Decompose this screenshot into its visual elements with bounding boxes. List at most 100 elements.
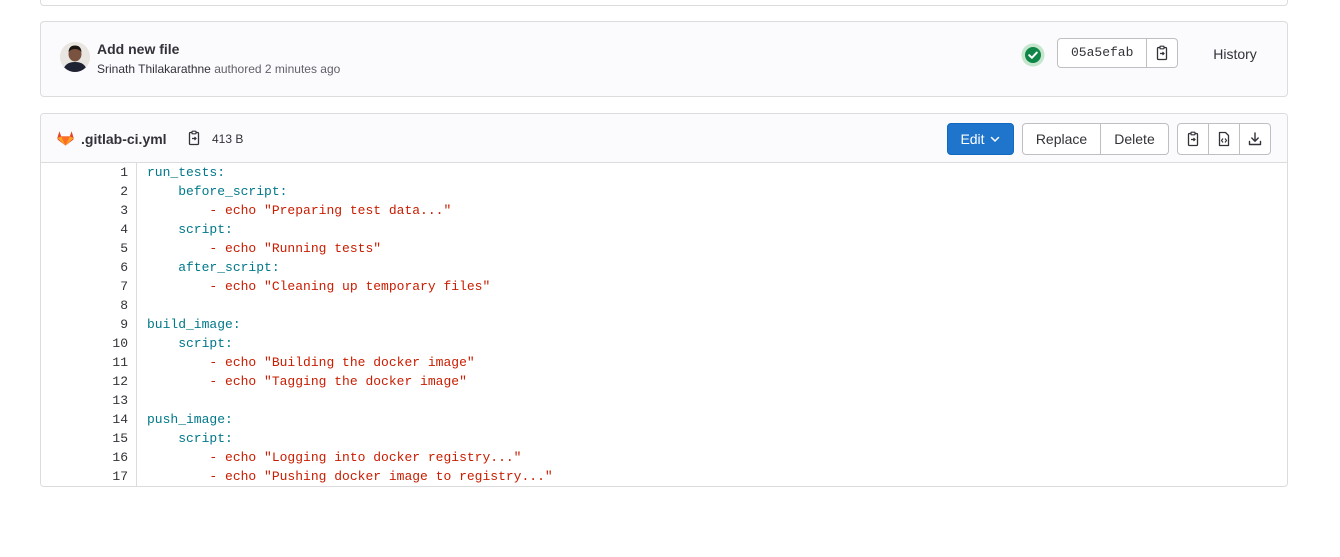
token-cmd: echo xyxy=(225,450,265,465)
last-commit-panel: Add new file Srinath Thilakarathne autho… xyxy=(40,21,1288,97)
code-line: 10 script: xyxy=(41,334,1287,353)
line-number[interactable]: 10 xyxy=(41,334,128,353)
line-content: run_tests: xyxy=(147,163,225,182)
line-content: - echo "Logging into docker registry..." xyxy=(147,448,521,467)
line-number[interactable]: 16 xyxy=(41,448,128,467)
token-dash: - xyxy=(147,469,226,484)
gitlab-logo-icon xyxy=(57,131,74,146)
line-content: - echo "Preparing test data..." xyxy=(147,201,451,220)
line-number[interactable]: 7 xyxy=(41,277,128,296)
token-key: after_script: xyxy=(147,260,280,275)
token-dash: - xyxy=(147,203,226,218)
edit-button-label: Edit xyxy=(960,131,985,147)
previous-panel xyxy=(40,0,1288,6)
file-viewer: .gitlab-ci.yml 413 B Edit Replace Delete xyxy=(40,113,1288,487)
code-line: 11 - echo "Building the docker image" xyxy=(41,353,1287,372)
copy-icon xyxy=(1187,131,1199,147)
open-raw-button[interactable] xyxy=(1208,123,1240,155)
commit-sha-button[interactable]: 05a5efab xyxy=(1057,38,1148,68)
line-content: script: xyxy=(147,334,233,353)
token-cmd: echo xyxy=(225,279,265,294)
line-number[interactable]: 6 xyxy=(41,258,128,277)
code-line: 8 xyxy=(41,296,1287,315)
chevron-down-icon xyxy=(990,136,999,143)
code-line: 5 - echo "Running tests" xyxy=(41,239,1287,258)
token-str: "Running tests" xyxy=(264,241,382,256)
code-line: 1 run_tests: xyxy=(41,163,1287,182)
download-button[interactable] xyxy=(1239,123,1271,155)
line-number[interactable]: 8 xyxy=(41,296,128,315)
line-number[interactable]: 1 xyxy=(41,163,128,182)
line-content: - echo "Pushing docker image to registry… xyxy=(147,467,553,486)
file-name: .gitlab-ci.yml xyxy=(81,131,167,147)
token-cmd: echo xyxy=(225,203,265,218)
copy-file-path-icon[interactable] xyxy=(186,130,202,146)
token-key: script: xyxy=(147,336,233,351)
token-str: "Building the docker image" xyxy=(264,355,475,370)
code-viewer: 1 run_tests: 2 before_script: 3 - echo "Pre… xyxy=(41,163,1287,486)
token-key: script: xyxy=(147,431,233,446)
line-number[interactable]: 5 xyxy=(41,239,128,258)
download-icon xyxy=(1248,132,1262,146)
line-number[interactable]: 4 xyxy=(41,220,128,239)
line-number[interactable]: 15 xyxy=(41,429,128,448)
commit-author-link[interactable]: Srinath Thilakarathne xyxy=(97,62,211,76)
line-content: script: xyxy=(147,429,233,448)
code-line: 12 - echo "Tagging the docker image" xyxy=(41,372,1287,391)
code-line: 4 script: xyxy=(41,220,1287,239)
pipeline-passed-icon[interactable] xyxy=(1021,43,1045,67)
token-str: "Tagging the docker image" xyxy=(264,374,467,389)
line-content: - echo "Running tests" xyxy=(147,239,381,258)
line-number[interactable]: 11 xyxy=(41,353,128,372)
history-button[interactable]: History xyxy=(1197,38,1273,70)
file-header: .gitlab-ci.yml 413 B Edit Replace Delete xyxy=(41,114,1287,163)
line-content: after_script: xyxy=(147,258,280,277)
line-content: push_image: xyxy=(147,410,233,429)
avatar-image xyxy=(60,42,90,72)
line-number[interactable]: 17 xyxy=(41,467,128,486)
token-str: "Preparing test data..." xyxy=(264,203,452,218)
code-line: 17 - echo "Pushing docker image to regis… xyxy=(41,467,1287,486)
line-number[interactable]: 13 xyxy=(41,391,128,410)
token-key: build_image: xyxy=(147,317,241,332)
line-number[interactable]: 14 xyxy=(41,410,128,429)
line-content: - echo "Tagging the docker image" xyxy=(147,372,467,391)
line-number[interactable]: 2 xyxy=(41,182,128,201)
code-line: 2 before_script: xyxy=(41,182,1287,201)
line-content: build_image: xyxy=(147,315,241,334)
code-line: 13 xyxy=(41,391,1287,410)
token-key: before_script: xyxy=(147,184,288,199)
token-str: "Logging into docker registry..." xyxy=(264,450,522,465)
token-cmd: echo xyxy=(225,374,265,389)
code-line: 9 build_image: xyxy=(41,315,1287,334)
line-number[interactable]: 9 xyxy=(41,315,128,334)
line-number[interactable]: 12 xyxy=(41,372,128,391)
copy-sha-button[interactable] xyxy=(1147,38,1179,68)
token-dash: - xyxy=(147,241,226,256)
line-content: script: xyxy=(147,220,233,239)
commit-sha-group: 05a5efab xyxy=(1057,38,1179,68)
token-str: "Pushing docker image to registry..." xyxy=(264,469,553,484)
commit-meta: Srinath Thilakarathne authored 2 minutes… xyxy=(97,62,340,76)
token-key: push_image: xyxy=(147,412,233,427)
copy-contents-button[interactable] xyxy=(1177,123,1209,155)
doc-code-icon xyxy=(1218,131,1230,147)
code-line: 7 - echo "Cleaning up temporary files" xyxy=(41,277,1287,296)
token-cmd: echo xyxy=(225,241,265,256)
token-dash: - xyxy=(147,374,226,389)
replace-button[interactable]: Replace xyxy=(1022,123,1101,155)
token-key: run_tests: xyxy=(147,165,226,180)
code-line: 15 script: xyxy=(41,429,1287,448)
line-number[interactable]: 3 xyxy=(41,201,128,220)
delete-button[interactable]: Delete xyxy=(1100,123,1169,155)
token-key: script: xyxy=(147,222,233,237)
token-cmd: echo xyxy=(225,355,265,370)
commit-title[interactable]: Add new file xyxy=(97,41,179,57)
line-content: - echo "Cleaning up temporary files" xyxy=(147,277,490,296)
token-dash: - xyxy=(147,279,226,294)
token-dash: - xyxy=(147,450,226,465)
edit-button[interactable]: Edit xyxy=(947,123,1014,155)
code-line: 3 - echo "Preparing test data..." xyxy=(41,201,1287,220)
author-avatar[interactable] xyxy=(60,42,90,72)
token-str: "Cleaning up temporary files" xyxy=(264,279,491,294)
